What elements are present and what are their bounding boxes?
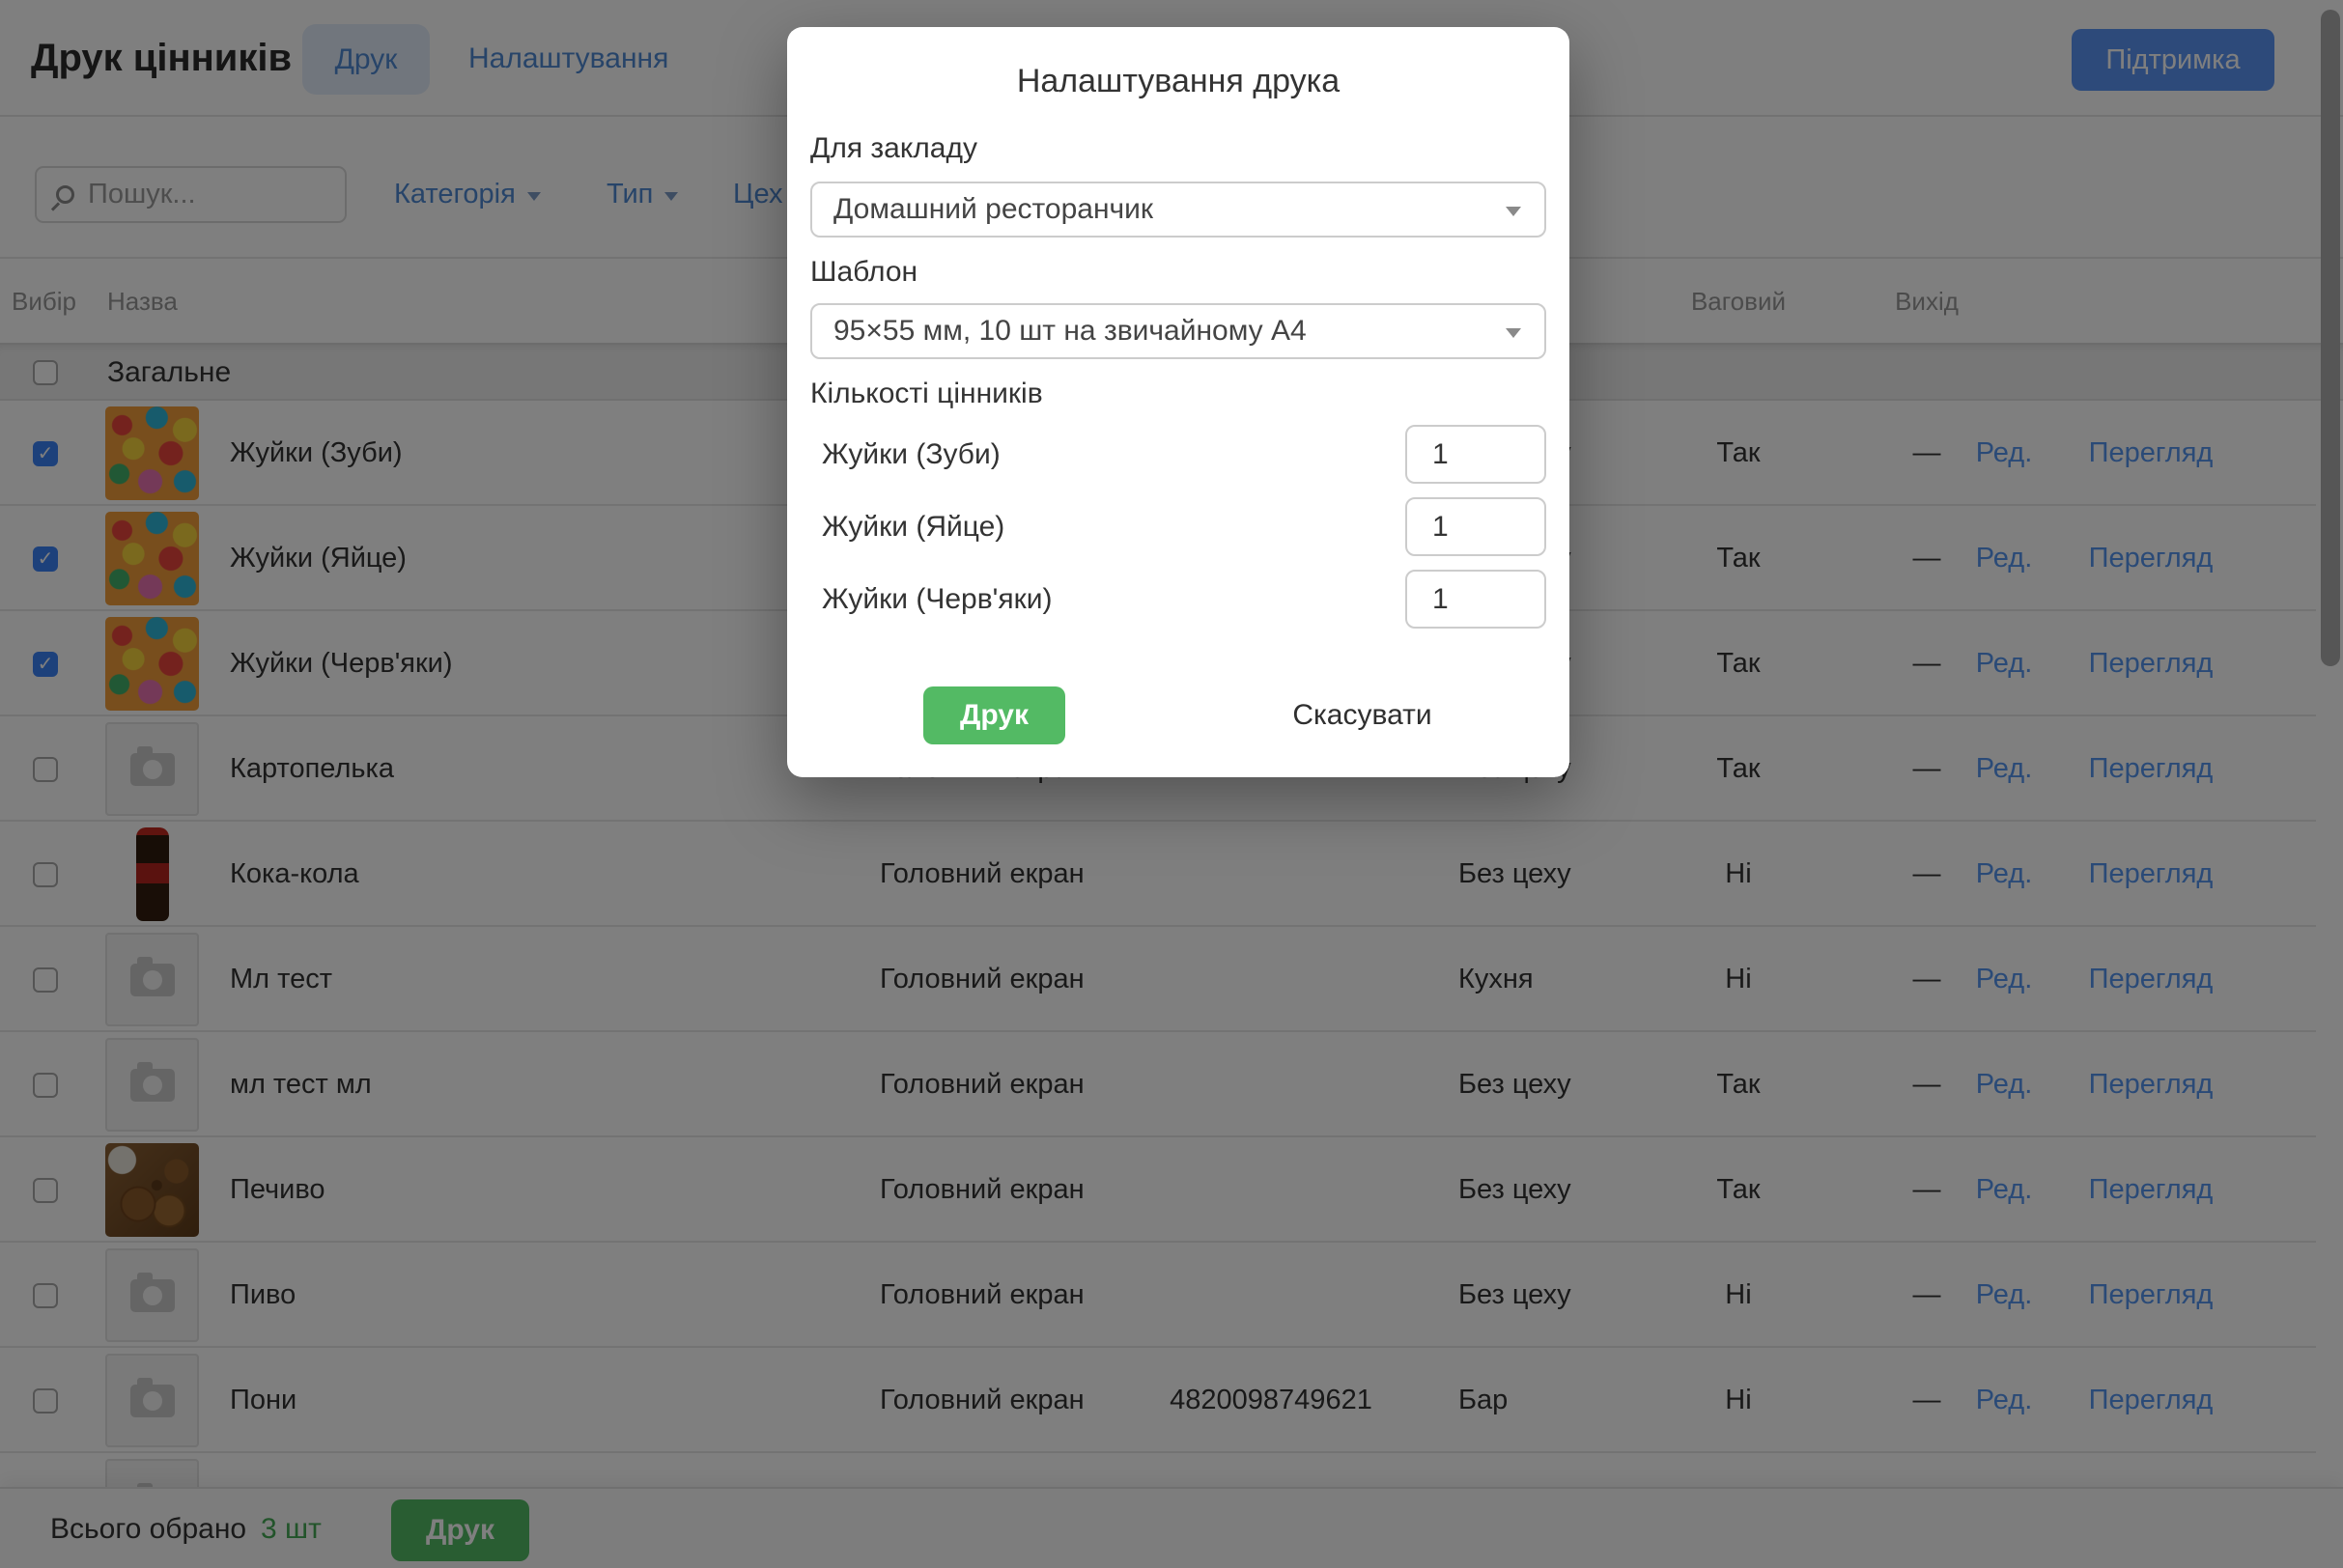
venue-select[interactable]: Домашний ресторанчик xyxy=(810,182,1546,238)
quantity-item-label: Жуйки (Черв'яки) xyxy=(810,583,1052,616)
chevron-down-icon xyxy=(1506,207,1521,216)
cancel-button[interactable]: Скасувати xyxy=(1292,699,1431,732)
quantity-item-label: Жуйки (Зуби) xyxy=(810,438,1001,471)
template-select[interactable]: 95×55 мм, 10 шт на звичайному А4 xyxy=(810,303,1546,359)
chevron-down-icon xyxy=(1506,328,1521,338)
quantities-label: Кількості цінників xyxy=(810,375,1546,413)
venue-select-value: Домашний ресторанчик xyxy=(833,193,1153,226)
modal-actions: Друк Скасувати xyxy=(810,686,1546,744)
quantity-input[interactable] xyxy=(1405,497,1546,556)
price-tags-page: Друк цінників Друк Налаштування Підтримк… xyxy=(0,0,2343,1568)
quantity-input[interactable] xyxy=(1405,425,1546,484)
template-label: Шаблон xyxy=(810,253,1546,292)
print-settings-modal: Налаштування друка Для закладу Домашний … xyxy=(787,27,1569,777)
quantity-row: Жуйки (Яйце) xyxy=(810,497,1546,556)
venue-label: Для закладу xyxy=(810,129,1546,168)
quantity-item-label: Жуйки (Яйце) xyxy=(810,511,1004,544)
quantity-row: Жуйки (Зуби) xyxy=(810,425,1546,484)
template-select-value: 95×55 мм, 10 шт на звичайному А4 xyxy=(833,315,1307,348)
quantity-input[interactable] xyxy=(1405,570,1546,629)
modal-title: Налаштування друка xyxy=(810,62,1546,100)
modal-print-button[interactable]: Друк xyxy=(923,686,1065,744)
quantity-row: Жуйки (Черв'яки) xyxy=(810,570,1546,629)
